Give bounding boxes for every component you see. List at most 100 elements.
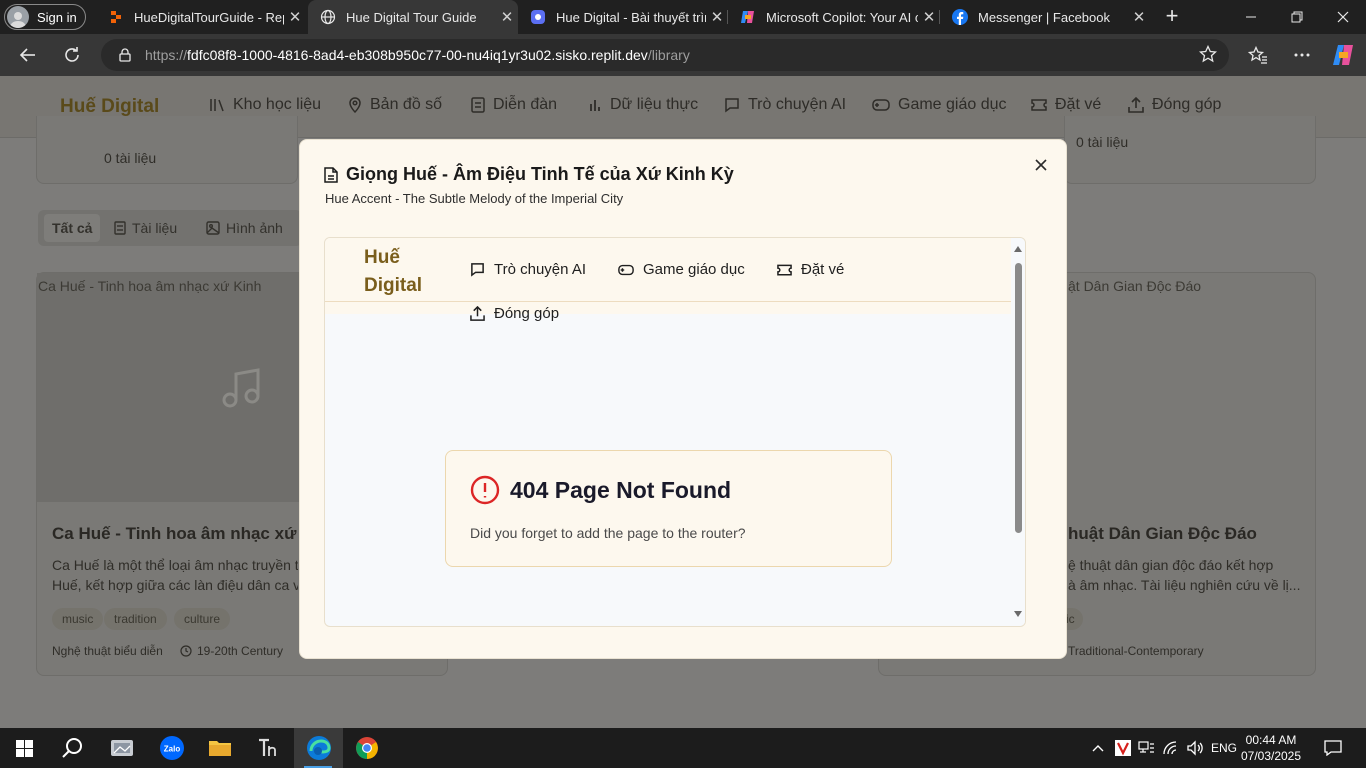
edge-icon [306, 736, 331, 760]
nav-booking[interactable]: Đặt vé [1031, 96, 1101, 114]
folder-icon [209, 741, 231, 756]
embedded-nav-ai-chat[interactable]: Trò chuyện AI [470, 261, 586, 278]
tab-replit[interactable]: HueDigitalTourGuide - Repli ✕ [96, 0, 306, 34]
filter-images[interactable]: Hình ảnh [206, 220, 283, 236]
show-hidden-icons-button[interactable] [1088, 728, 1108, 768]
nav-label: Đặt vé [1055, 96, 1102, 113]
nav-label: Đóng góp [1152, 96, 1222, 113]
favorites-icon[interactable] [1244, 41, 1272, 69]
back-button[interactable] [14, 41, 42, 69]
embedded-nav-edu-game[interactable]: Game giáo dục [618, 261, 745, 278]
new-tab-button[interactable]: + [1160, 4, 1184, 30]
address-bar[interactable]: https://fdfc08f8-1000-4816-8ad4-eb308b95… [101, 39, 1229, 71]
system-clock[interactable]: 00:44 AM 07/03/2025 [1240, 732, 1302, 764]
taskbar-app-chrome[interactable] [343, 728, 391, 768]
replit-icon [108, 9, 124, 25]
taskbar-app-file-explorer[interactable] [196, 728, 244, 768]
close-window-button[interactable] [1320, 0, 1366, 34]
nav-library[interactable]: Kho học liệu [209, 96, 321, 114]
taskbar-app-edge[interactable] [294, 728, 343, 768]
card-description: Huế, kết hợp giữa các làn điệu dân ca v [52, 577, 298, 593]
copilot-icon [740, 9, 756, 25]
not-found-heading: 404 Page Not Found [470, 475, 731, 505]
embedded-nav-contribute[interactable]: Đóng góp [470, 305, 559, 322]
nav-label: Dữ liệu thực [610, 96, 699, 113]
tray-wifi[interactable] [1160, 728, 1182, 768]
vietkey-v-icon [1115, 740, 1131, 756]
doc-count: 0 tài liệu [104, 150, 157, 166]
tray-network-status[interactable] [1136, 728, 1158, 768]
embedded-header-overflow [325, 302, 1013, 314]
search-button[interactable] [48, 728, 96, 768]
close-tab-icon[interactable]: ✕ [284, 8, 306, 26]
gamepad-icon [618, 264, 634, 275]
start-button[interactable] [0, 728, 48, 768]
chat-icon [725, 98, 739, 113]
nav-contribute[interactable]: Đóng góp [1128, 96, 1221, 114]
ticket-icon [777, 264, 792, 275]
document-icon [471, 97, 485, 113]
site-logo[interactable]: Huế Digital [60, 96, 159, 118]
nav-real-data[interactable]: Dữ liệu thực [588, 96, 698, 114]
notification-center-button[interactable] [1318, 728, 1348, 768]
windows-logo-icon [15, 739, 33, 757]
tab-gamma-presentation[interactable]: Hue Digital - Bài thuyết trình ✕ [518, 0, 728, 34]
embedded-scrollbar[interactable] [1011, 238, 1025, 626]
taskbar-app-photos[interactable] [98, 728, 146, 768]
scrollbar-thumb[interactable] [1015, 263, 1022, 533]
close-tab-icon[interactable]: ✕ [1128, 8, 1150, 26]
bar-chart-icon [590, 100, 600, 111]
restore-button[interactable] [1274, 0, 1320, 34]
scroll-down-arrow-icon[interactable] [1014, 611, 1022, 617]
input-language[interactable]: ENG [1208, 728, 1240, 768]
lock-icon[interactable] [119, 48, 131, 62]
embedded-nav-booking[interactable]: Đặt vé [777, 261, 844, 278]
taskbar-app-zalo[interactable]: Zalo [148, 728, 196, 768]
nav-ai-chat[interactable]: Trò chuyện AI [724, 96, 846, 114]
music-note-icon [220, 366, 264, 410]
search-icon [62, 738, 82, 758]
nav-label: Đóng góp [494, 305, 560, 322]
more-menu-icon[interactable] [1288, 41, 1316, 69]
sign-in-button[interactable]: Sign in [4, 4, 86, 30]
close-tab-icon[interactable]: ✕ [918, 8, 940, 26]
tag: tradition [104, 608, 167, 630]
tag: music [52, 608, 104, 630]
minimize-button[interactable] [1228, 0, 1274, 34]
close-tab-icon[interactable]: ✕ [496, 8, 518, 26]
tab-messenger-facebook[interactable]: Messenger | Facebook ✕ [940, 0, 1150, 34]
document-viewer-modal: Giọng Huế - Âm Điệu Tinh Tế của Xứ Kinh … [299, 139, 1067, 659]
close-modal-button[interactable] [1032, 156, 1050, 174]
tray-volume[interactable] [1184, 728, 1206, 768]
tag: culture [174, 608, 231, 630]
nav-edu-game[interactable]: Game giáo dục [872, 96, 1007, 114]
taskbar-app-unikey[interactable] [244, 728, 292, 768]
filter-documents[interactable]: Tài liệu [114, 220, 177, 236]
stats-card-left [36, 116, 298, 184]
tab-hue-digital-tour-guide[interactable]: Hue Digital Tour Guide ✕ [308, 0, 518, 34]
tab-title: Hue Digital Tour Guide [346, 9, 477, 25]
upload-icon [1128, 97, 1144, 113]
filter-all[interactable]: Tất cả [44, 214, 101, 242]
photos-app-icon [111, 740, 133, 756]
document-icon [114, 221, 126, 235]
favorite-star-icon[interactable] [1199, 45, 1217, 63]
doc-count: 0 tài liệu [1076, 134, 1129, 150]
clock-date: 07/03/2025 [1240, 749, 1302, 763]
embedded-logo[interactable]: Huế Digital [364, 244, 434, 300]
gamepad-icon [872, 99, 890, 111]
wifi-icon [1163, 741, 1177, 755]
embedded-document-frame[interactable]: Huế Digital Trò chuyện AI Game giáo dục … [324, 237, 1026, 627]
nav-forum[interactable]: Diễn đàn [471, 96, 557, 114]
close-tab-icon[interactable]: ✕ [706, 8, 728, 26]
copilot-sidebar-icon[interactable] [1330, 41, 1358, 69]
refresh-button[interactable] [58, 41, 86, 69]
tab-microsoft-copilot[interactable]: Microsoft Copilot: Your AI co ✕ [728, 0, 940, 34]
nav-label: Diễn đàn [493, 96, 558, 113]
embedded-logo-line: Digital [364, 275, 423, 296]
scroll-up-arrow-icon[interactable] [1014, 246, 1022, 252]
history-icon [180, 645, 192, 657]
tray-vietkey[interactable] [1112, 728, 1134, 768]
windows-taskbar: Zalo ENG 00:44 AM 07/03/2025 [0, 728, 1366, 768]
nav-map[interactable]: Bản đồ số [348, 96, 442, 114]
